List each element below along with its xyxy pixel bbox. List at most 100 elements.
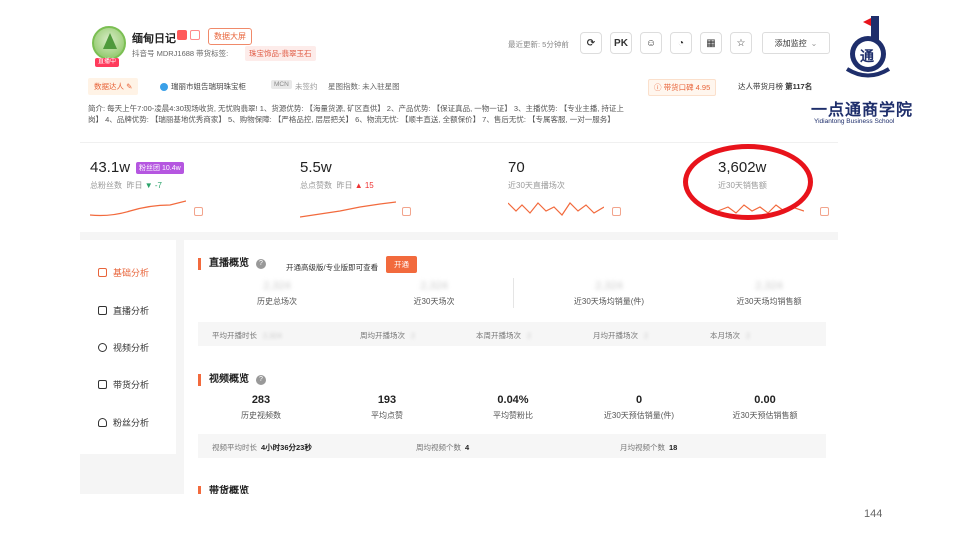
sidebar-label: 视频分析 <box>113 343 150 353</box>
shop-tag-icon <box>190 30 200 40</box>
influencer-header: 直播中 缅甸日记 数据大屏 抖音号 MDRJ1688 带货标签: 珠宝饰品-翡翠… <box>80 14 840 74</box>
stat-value: 5.5w <box>300 159 332 176</box>
talent-label: 数据达人 <box>94 82 124 91</box>
metric-avg-likes: 193 平均点赞 <box>322 394 452 421</box>
metric-value: 0 <box>635 394 643 406</box>
metric-value: 2,324 <box>420 280 448 292</box>
chart-icon[interactable] <box>820 207 829 216</box>
sidebar-item-live[interactable]: 直播分析 <box>98 304 149 317</box>
metric-30d-est-volume: 0 近30天预估销量(件) <box>574 394 704 421</box>
metric-value: 0.04% <box>497 394 529 406</box>
sub-metric: 周均视频个数 4 <box>416 442 469 453</box>
metric-label: 平均点赞 <box>371 411 403 420</box>
mcn-badge: MCN <box>271 80 292 89</box>
sessions-sparkline <box>508 202 604 216</box>
open-upgrade-button[interactable]: 开通 <box>386 256 417 273</box>
metric-value: 283 <box>251 394 271 406</box>
stat-followers[interactable]: 43.1w 粉丝团 10.4w 总粉丝数 昨日 ▼ -7 <box>90 159 250 221</box>
last-update-text: 最近更新: 5分钟前 <box>508 40 569 49</box>
chart-icon[interactable] <box>402 207 411 216</box>
sub-metric: 平均开播时长 2,324 <box>212 330 282 341</box>
sidebar-label: 粉丝分析 <box>113 418 150 428</box>
video-overview-title: 视频概览 <box>198 374 249 386</box>
sub-label: 月均视频个数 <box>620 443 665 452</box>
stat-delta: ▼ -7 <box>144 181 162 190</box>
account-info: 抖音号 MDRJ1688 带货标签: <box>132 49 229 58</box>
sub-value: 2 <box>411 331 416 340</box>
live-status-badge[interactable]: 直播中 <box>95 58 120 67</box>
goods-overview-title: 带货概览 <box>198 486 249 494</box>
help-icon[interactable]: ? <box>256 259 266 269</box>
profile-intro: 简介: 每天上午7:00-凌晨4:30现场收货, 无忧购翡翠! 1、货源优势: … <box>88 104 624 124</box>
sidebar-item-video[interactable]: 视频分析 <box>98 341 149 354</box>
shop-link[interactable]: 瑞丽市姐告瑞玥珠宝柜 <box>160 81 246 92</box>
pk-button[interactable]: PK <box>610 32 632 54</box>
rank-label: 达人带货月榜 <box>738 82 783 91</box>
refresh-icon[interactable]: ⟳ <box>580 32 602 54</box>
metric-label: 近30天场均销量(件) <box>573 297 645 306</box>
metric-like-fan-ratio: 0.04% 平均赞粉比 <box>448 394 578 421</box>
metric-30d-avg-volume: 2,324 近30天场均销量(件) <box>544 280 674 307</box>
metric-total-sessions: 2,324 历史总场次 <box>212 280 342 307</box>
chart-icon <box>98 268 107 277</box>
avatar[interactable] <box>92 26 126 60</box>
sub-label: 本月场次 <box>710 331 740 340</box>
user-group-icon[interactable]: ☺ <box>640 32 662 54</box>
help-icon[interactable]: ? <box>256 375 266 385</box>
sub-label: 视频平均时长 <box>212 443 257 452</box>
sub-label: 本周开播场次 <box>476 331 521 340</box>
sub-label: 周均视频个数 <box>416 443 461 452</box>
tv-icon <box>98 306 107 315</box>
upgrade-hint: 开通高级版/专业版即可查看 <box>286 263 379 272</box>
analysis-sidebar: 基础分析 直播分析 视频分析 带货分析 粉丝分析 <box>80 240 176 454</box>
metric-total-videos: 283 历史视频数 <box>196 394 326 421</box>
analysis-main: 直播概览 ? 开通高级版/专业版即可查看 开通 2,324 历史总场次 2,324… <box>184 240 838 494</box>
gauge-icon[interactable]: ◔ <box>670 32 692 54</box>
metric-label: 历史视频数 <box>241 411 281 420</box>
metric-value: 2,324 <box>755 280 783 292</box>
sub-metric: 月均视频个数 18 <box>620 442 677 453</box>
sidebar-label: 带货分析 <box>113 380 150 390</box>
chart-icon[interactable] <box>194 207 203 216</box>
monthly-rank[interactable]: 达人带货月榜 第117名 <box>738 81 812 92</box>
school-name: 一点通商学院 <box>811 102 914 119</box>
data-screen-button[interactable]: 数据大屏 <box>208 28 252 45</box>
play-icon <box>98 343 107 352</box>
sidebar-item-goods[interactable]: 带货分析 <box>98 378 149 391</box>
sub-value: 2 <box>527 331 532 340</box>
sub-value: 2 <box>644 331 649 340</box>
category-tag[interactable]: 珠宝饰品-翡翠玉石 <box>245 46 316 61</box>
metric-label: 近30天场次 <box>413 297 455 306</box>
edit-icon: ✎ <box>126 82 133 91</box>
video-sub-metrics: 视频平均时长 4小时36分23秒 周均视频个数 4 月均视频个数 18 <box>198 434 826 458</box>
bag-icon <box>98 380 107 389</box>
stat-label: 总粉丝数 <box>90 181 122 190</box>
rank-value: 第117名 <box>785 82 813 91</box>
shop-icon <box>160 83 168 92</box>
followers-sparkline <box>90 200 186 217</box>
fan-club-badge: 粉丝团 10.4w <box>136 162 184 175</box>
metric-30d-avg-sales: 2,324 近30天场均销售额 <box>704 280 834 307</box>
stat-live-sessions[interactable]: 70 近30天直播场次 <box>508 159 668 221</box>
influencer-name: 缅甸日记 <box>132 33 176 45</box>
sidebar-item-basic[interactable]: 基础分析 <box>98 266 149 279</box>
sub-value: 2,324 <box>263 331 282 340</box>
sub-metric: 本月场次 2 <box>710 330 750 341</box>
sub-value: 18 <box>669 443 678 452</box>
school-logo: 通 一点通商学院 Yidiantong Business School <box>808 12 932 128</box>
reputation-badge[interactable]: ⓘ 带货口碑 4.95 <box>648 79 717 96</box>
metric-label: 平均赞粉比 <box>493 411 533 420</box>
star-icon[interactable]: ☆ <box>730 32 752 54</box>
metric-label: 近30天预估销量(件) <box>603 411 675 420</box>
divider <box>513 278 514 308</box>
sidebar-label: 直播分析 <box>113 306 150 316</box>
talent-badge[interactable]: 数据达人 ✎ <box>88 78 139 95</box>
sidebar-item-fans[interactable]: 粉丝分析 <box>98 416 149 429</box>
stat-likes[interactable]: 5.5w 总点赞数 昨日 ▲ 15 <box>300 159 460 221</box>
sub-label: 平均开播时长 <box>212 331 257 340</box>
qrcode-icon[interactable]: ▦ <box>700 32 722 54</box>
stat-delta: ▲ 15 <box>354 181 374 190</box>
stat-value: 70 <box>508 159 525 176</box>
stat-label: 总点赞数 <box>300 181 332 190</box>
chart-icon[interactable] <box>612 207 621 216</box>
